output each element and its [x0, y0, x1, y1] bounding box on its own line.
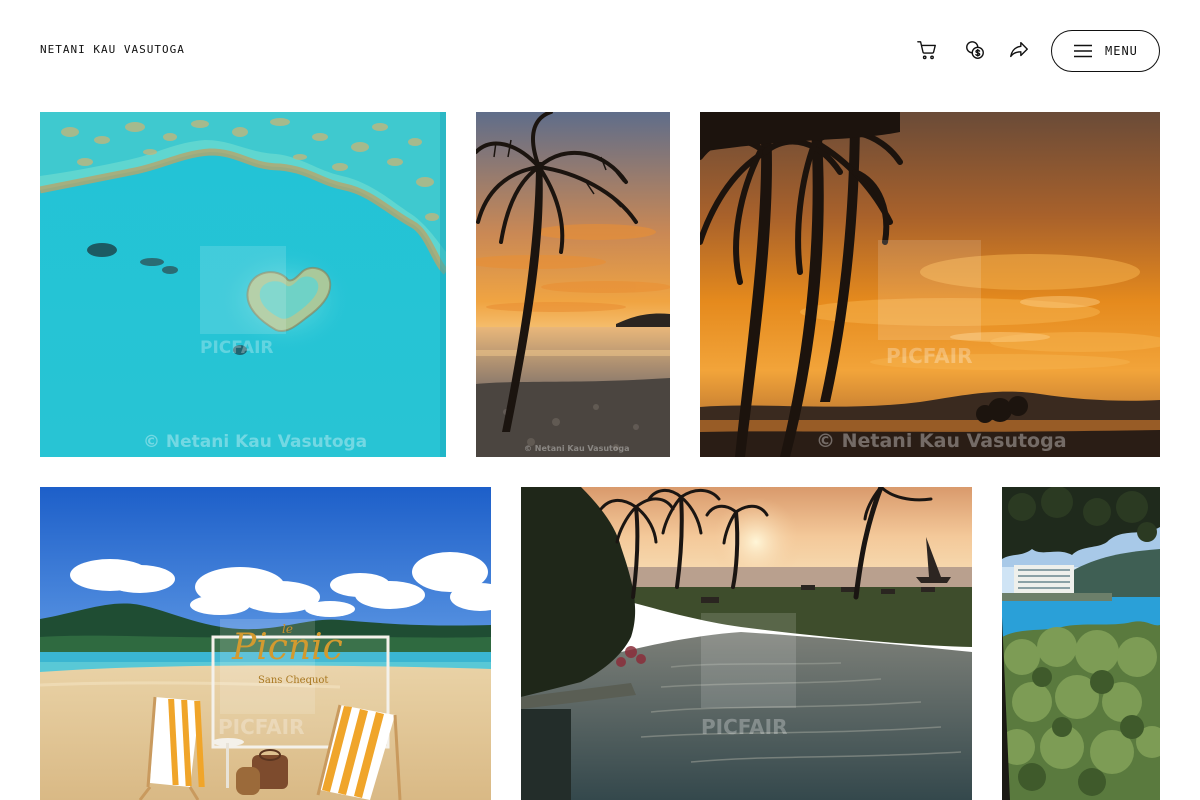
share-icon	[1010, 41, 1028, 58]
site-brand[interactable]: NETANI KAU VASUTOGA	[40, 43, 185, 56]
menu-button[interactable]: MENU	[1051, 30, 1160, 72]
share-button[interactable]	[1005, 36, 1033, 64]
currency-button[interactable]	[961, 36, 989, 64]
palm-sunset-beach-photo	[476, 112, 670, 457]
hamburger-icon	[1074, 44, 1092, 58]
infinity-pool-sunset-photo	[521, 487, 972, 800]
photo-tile-heart-reef[interactable]: PICFAIR © Netani Kau Vasutoga	[40, 112, 446, 457]
palm-sunset-hills-photo	[700, 112, 1160, 457]
cart-button[interactable]	[913, 36, 941, 64]
picnic-sign-title: Picnic	[232, 627, 343, 668]
photo-tile-beach-picnic[interactable]: le Picnic Sans Chequot PICFAIR	[40, 487, 491, 800]
heart-reef-photo	[40, 112, 446, 457]
site-header: NETANI KAU VASUTOGA MENU	[0, 0, 1200, 100]
photo-tile-palm-sunset-hills[interactable]: PICFAIR © Netani Kau Vasutoga	[700, 112, 1160, 457]
photo-tile-palm-sunset-beach[interactable]: © Netani Kau Vasutoga	[476, 112, 670, 457]
marina-trees-photo	[1002, 487, 1160, 800]
photo-tile-infinity-pool-sunset[interactable]: PICFAIR	[521, 487, 972, 800]
menu-label: MENU	[1105, 44, 1138, 58]
photo-tile-marina-trees[interactable]	[1002, 487, 1160, 800]
cart-icon	[917, 41, 936, 60]
currency-icon	[966, 41, 984, 59]
picnic-sign-subtitle: Sans Chequot	[258, 675, 329, 686]
